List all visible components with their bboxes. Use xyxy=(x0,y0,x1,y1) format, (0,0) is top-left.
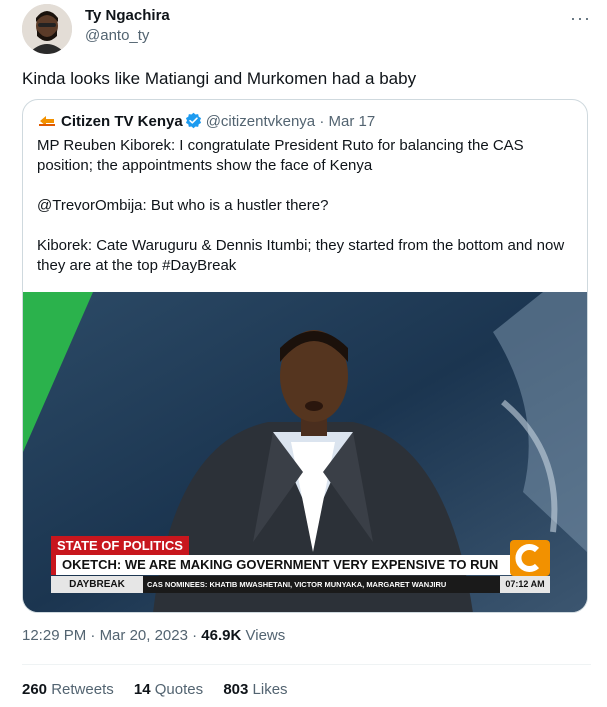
tweet-time[interactable]: 12:29 PM xyxy=(22,627,86,644)
news-headline: OKETCH: WE ARE MAKING GOVERNMENT VERY EX… xyxy=(51,555,531,575)
quotes-count: 14 xyxy=(133,681,151,698)
more-icon[interactable]: ··· xyxy=(570,8,591,29)
show-name: DAYBREAK xyxy=(51,576,143,593)
avatar[interactable] xyxy=(22,4,72,54)
news-ticker-bar: DAYBREAK CAS NOMINEES: KHATIB MWASHETANI… xyxy=(51,576,550,593)
quoted-display-name[interactable]: Citizen TV Kenya xyxy=(61,113,183,130)
quotes-label: Quotes xyxy=(154,681,204,698)
citizen-tv-logo xyxy=(37,113,57,129)
retweets-count: 260 xyxy=(22,681,48,698)
views-count: 46.9K xyxy=(201,627,242,644)
avatar-photo xyxy=(22,4,72,54)
verified-badge-icon xyxy=(185,112,201,129)
quoted-media-image[interactable]: STATE OF POLITICS OKETCH: WE ARE MAKING … xyxy=(23,292,587,612)
quoted-paragraph: @TrevorOmbija: But who is a hustler ther… xyxy=(37,197,329,214)
likes-count: 803 xyxy=(223,681,249,698)
views-label: Views xyxy=(245,627,286,644)
retweets-label: Retweets xyxy=(51,681,114,698)
segment-label: STATE OF POLITICS xyxy=(51,536,189,555)
tweet-date[interactable]: Mar 20, 2023 xyxy=(100,627,188,644)
quoted-handle[interactable]: @citizentvkenya xyxy=(206,113,315,130)
tweet-meta: 12:29 PM · Mar 20, 2023 · 46.9K Views xyxy=(22,626,285,646)
citizen-tv-c-logo xyxy=(510,540,550,576)
broadcast-time: 07:12 AM xyxy=(500,576,550,593)
retweets-stat[interactable]: 260 Retweets xyxy=(22,681,114,698)
tweet-header: Ty Ngachira @anto_ty ··· xyxy=(22,4,591,56)
engagement-stats: 260 Retweets 14 Quotes 803 Likes xyxy=(22,680,304,700)
quoted-paragraph: MP Reuben Kiborek: I congratulate Presid… xyxy=(37,137,524,174)
quoted-text: MP Reuben Kiborek: I congratulate Presid… xyxy=(37,136,577,276)
meta-separator: · xyxy=(192,627,198,644)
tweet-text: Kinda looks like Matiangi and Murkomen h… xyxy=(22,69,417,88)
quoted-separator: · xyxy=(319,113,325,130)
quoted-date[interactable]: Mar 17 xyxy=(329,113,376,130)
quotes-stat[interactable]: 14 Quotes xyxy=(134,681,203,698)
meta-separator: · xyxy=(90,627,96,644)
quoted-header: Citizen TV Kenya @citizentvkenya · Mar 1… xyxy=(37,112,375,132)
likes-stat[interactable]: 803 Likes xyxy=(223,681,287,698)
quoted-paragraph: Kiborek: Cate Waruguru & Dennis Itumbi; … xyxy=(37,237,565,274)
news-ticker-text: CAS NOMINEES: KHATIB MWASHETANI, VICTOR … xyxy=(147,580,447,589)
likes-label: Likes xyxy=(252,681,288,698)
author-handle[interactable]: @anto_ty xyxy=(85,26,170,46)
author-display-name[interactable]: Ty Ngachira xyxy=(85,6,170,26)
divider xyxy=(22,664,591,665)
quoted-tweet[interactable]: Citizen TV Kenya @citizentvkenya · Mar 1… xyxy=(22,99,588,613)
